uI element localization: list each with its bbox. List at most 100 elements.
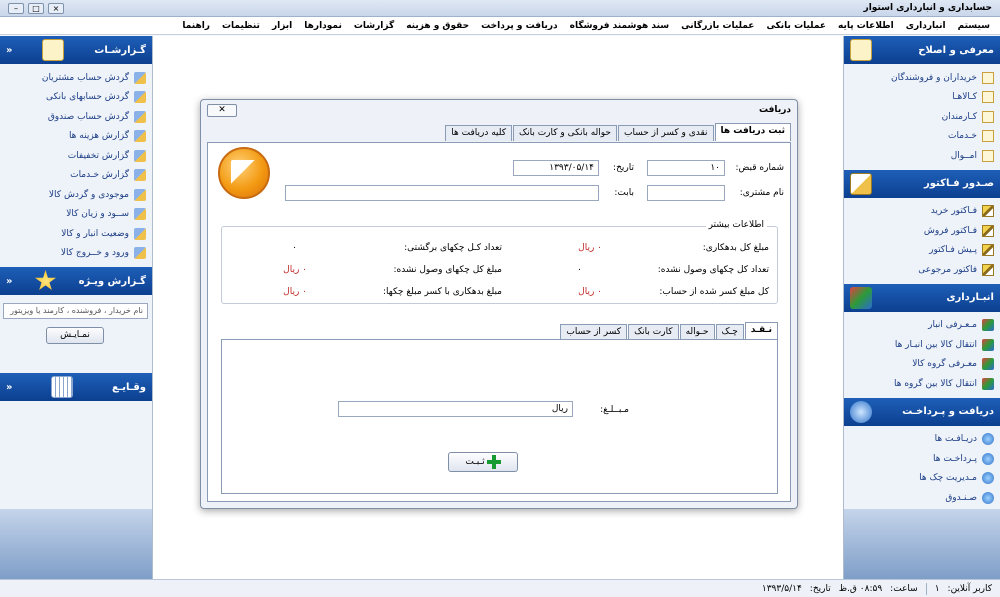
- report-customers-ledger[interactable]: گردش حساب مشتریان: [4, 68, 146, 88]
- sidebar-item-receipts[interactable]: دریـافـت ها: [848, 430, 994, 450]
- pen-icon: [982, 224, 994, 237]
- chevron-up-icon[interactable]: «: [6, 276, 12, 287]
- sidebar-item-goods[interactable]: کـالاهـا: [848, 88, 994, 108]
- notebook-icon: [850, 39, 872, 61]
- tab-cash-deduct[interactable]: نقدی و کسر از حساب: [617, 125, 714, 141]
- sidebar-item-pre-invoice[interactable]: پـیش فـاکتور: [848, 241, 994, 261]
- sidebar-item-label: کـالاهـا: [952, 92, 977, 103]
- show-button[interactable]: نمـایـش: [46, 327, 104, 344]
- report-stock[interactable]: موجودی و گردش کالا: [4, 185, 146, 205]
- report-label: وضعیت انبار و کالا: [61, 228, 129, 239]
- report-warehouse-status[interactable]: وضعیت انبار و کالا: [4, 224, 146, 244]
- uncollected-amount-label: مبلغ کل چکهای وصول نشده:: [393, 265, 502, 275]
- sidebar-item-label: خریداران و فروشندگان: [890, 72, 977, 83]
- calendar-icon: [51, 376, 74, 398]
- receipt-no-field[interactable]: ۱۰: [647, 160, 725, 176]
- dialog-tabs: ثبت دریافت ها نقدی و کسر از حساب حواله ب…: [444, 123, 791, 141]
- sidebar-item-sales-invoice[interactable]: فـاکتور فروش: [848, 221, 994, 241]
- sidebar-item-define-group[interactable]: معـرفی گروه کالا: [848, 355, 994, 375]
- sidebar-item-buyers-sellers[interactable]: خریداران و فروشندگان: [848, 68, 994, 88]
- menu-charts[interactable]: نمودارها: [298, 17, 348, 35]
- section-header-events[interactable]: وقـایـع «: [0, 373, 152, 401]
- amount-field[interactable]: ریال: [338, 401, 573, 417]
- sidebar-item-payments[interactable]: پـرداخـت ها: [848, 449, 994, 469]
- sidebar-item-assets[interactable]: امــوال: [848, 146, 994, 166]
- section-title: معرفی و اصلاح: [918, 44, 994, 56]
- sidebar-item-transfer-group[interactable]: انتقال کالا بین گروه ها: [848, 374, 994, 394]
- report-icon: [134, 169, 146, 182]
- tab-bank-transfer[interactable]: حواله بانکی و کارت بانک: [513, 125, 617, 141]
- star-icon: [34, 270, 57, 291]
- section-title: انبـارداری: [946, 292, 994, 303]
- report-cashbox-ledger[interactable]: گردش حساب صندوق: [4, 107, 146, 127]
- submit-button[interactable]: ثـبـت: [448, 452, 518, 472]
- minimize-icon[interactable]: –: [8, 2, 24, 14]
- tab-register-receipts[interactable]: ثبت دریافت ها: [714, 123, 791, 141]
- chevron-up-icon[interactable]: «: [6, 382, 12, 393]
- section-header-invoice[interactable]: صـدور فـاکتور: [844, 169, 1000, 198]
- sidebar-item-services[interactable]: خـدمات: [848, 127, 994, 147]
- menu-system[interactable]: سیستم: [952, 17, 996, 35]
- tab-cash[interactable]: نـقـد: [744, 322, 778, 340]
- sidebar-item-purchase-invoice[interactable]: فـاکتور خرید: [848, 202, 994, 222]
- right-sidebar: معرفی و اصلاح خریداران و فروشندگان کـالا…: [843, 36, 1000, 579]
- date-value: ۱۳۹۳/۵/۱۴: [761, 583, 802, 594]
- person-search-input[interactable]: نام خریدار ، فروشنده ، کارمند یا ویزیتور: [3, 303, 148, 319]
- menu-smart-store[interactable]: سند هوشمند فروشگاه: [564, 17, 676, 35]
- close-icon[interactable]: ✕: [207, 103, 237, 117]
- sidebar-item-return-invoice[interactable]: فاکتور مرجوعی: [848, 260, 994, 280]
- report-icon: [134, 247, 146, 260]
- report-bank-ledger[interactable]: گردش حسابهای بانکی: [4, 88, 146, 108]
- menu-warehouse[interactable]: انبارداری: [900, 17, 952, 35]
- online-user-label: کاربر آنلاین:: [947, 583, 992, 594]
- sidebar-item-define-warehouse[interactable]: مـعـرفی انبار: [848, 316, 994, 336]
- sidebar-item-transfer-warehouse[interactable]: انتقال کالا بین انبـار ها: [848, 335, 994, 355]
- sidebar-item-cheques[interactable]: مـدیریت چک ها: [848, 469, 994, 489]
- report-services[interactable]: گزارش خـدمات: [4, 166, 146, 186]
- sidebar-item-label: امــوال: [950, 150, 977, 161]
- report-in-out[interactable]: ورود و خــروج کالا: [4, 244, 146, 264]
- close-icon[interactable]: ×: [48, 2, 64, 14]
- report-costs[interactable]: گزارش هزینه ها: [4, 127, 146, 147]
- tab-all-receipts[interactable]: کلیه دریافت ها: [445, 125, 513, 141]
- chevron-up-icon[interactable]: «: [6, 45, 12, 56]
- section-header-define[interactable]: معرفی و اصلاح: [844, 36, 1000, 64]
- dialog-title: دریافت: [759, 105, 791, 115]
- section-header-reports[interactable]: گـزارشـات «: [0, 36, 152, 64]
- maximize-icon[interactable]: □: [28, 2, 44, 14]
- tab-bank-card[interactable]: کارت بانک: [628, 324, 679, 340]
- document-icon: [982, 91, 994, 104]
- date-label: تاریخ:: [613, 163, 634, 173]
- menu-commerce-ops[interactable]: عملیات بازرگانی: [675, 17, 760, 35]
- section-header-warehouse[interactable]: انبـارداری: [844, 283, 1000, 312]
- section-header-receive-pay[interactable]: دریافت و پـرداخـت: [844, 397, 1000, 426]
- sidebar-item-cashbox[interactable]: صـنـدوق: [848, 488, 994, 508]
- tab-cheque[interactable]: چـک: [715, 324, 744, 340]
- invoice-icon: [850, 172, 872, 195]
- menu-receive-pay[interactable]: دریافت و پرداخت: [475, 17, 564, 35]
- sidebar-item-label: پـرداخـت ها: [932, 453, 977, 464]
- menu-salary-cost[interactable]: حقوق و هزینه: [400, 17, 475, 35]
- date-field[interactable]: ۱۳۹۳/۰۵/۱۴: [513, 160, 599, 176]
- report-icon: [134, 130, 146, 143]
- receive-arrow-icon: [218, 147, 270, 199]
- section-header-special-report[interactable]: گـزارش ویـژه «: [0, 267, 152, 295]
- submit-label: ثـبـت: [465, 457, 485, 467]
- menu-bank-ops[interactable]: عملیات بانکی: [760, 17, 832, 35]
- tab-transfer[interactable]: حـواله: [679, 324, 715, 340]
- for-field[interactable]: [285, 185, 599, 201]
- menu-bar: سیستم انبارداری اطلاعات پایه عملیات بانک…: [0, 17, 1000, 35]
- report-icon: [134, 149, 146, 162]
- menu-tools[interactable]: ابزار: [266, 17, 298, 35]
- menu-help[interactable]: راهنما: [176, 17, 216, 35]
- report-profit-loss[interactable]: ســود و زیان کالا: [4, 205, 146, 225]
- separator: [925, 582, 927, 595]
- menu-base-info[interactable]: اطلاعات پایه: [832, 17, 900, 35]
- sidebar-item-employees[interactable]: کـارمندان: [848, 107, 994, 127]
- report-discounts[interactable]: گزارش تخفیفات: [4, 146, 146, 166]
- menu-reports[interactable]: گزارشات: [348, 17, 400, 35]
- section-title: گـزارش ویـژه: [78, 275, 146, 287]
- tab-account-deduct[interactable]: کسر از حساب: [560, 324, 628, 340]
- menu-settings[interactable]: تنظیمات: [216, 17, 266, 35]
- customer-field[interactable]: [647, 185, 725, 201]
